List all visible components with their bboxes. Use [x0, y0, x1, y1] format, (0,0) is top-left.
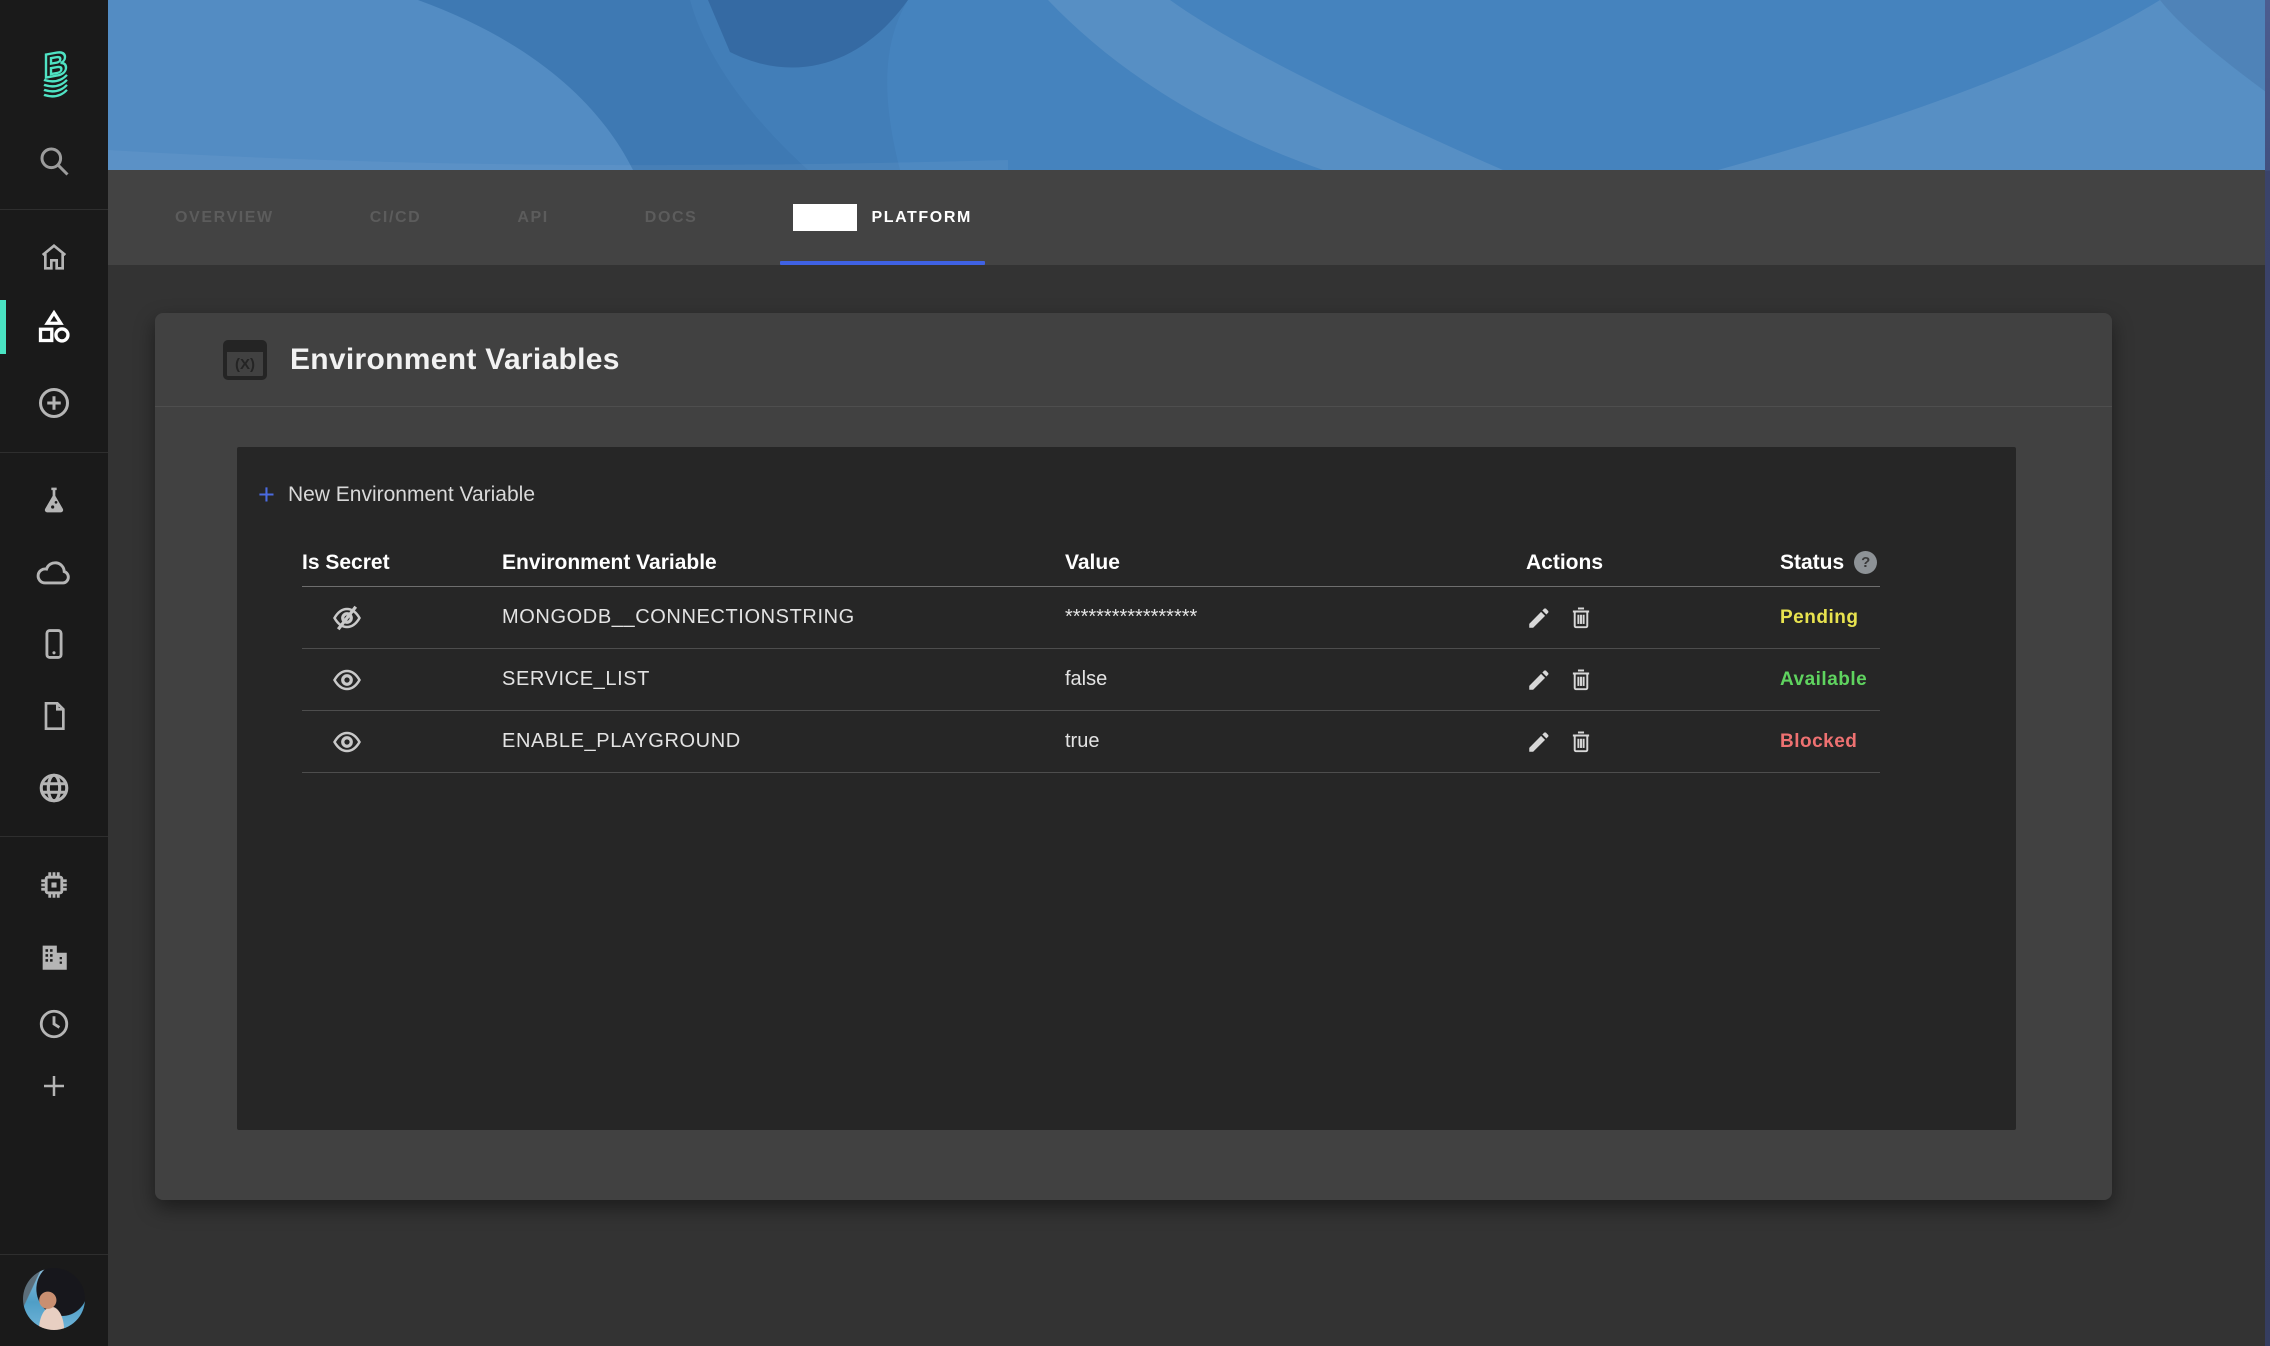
top-nav: OVERVIEW CI/CD API DOCS PLATFORM	[108, 170, 2270, 265]
status-badge: Available	[1780, 669, 1880, 691]
status-badge: Pending	[1780, 607, 1880, 629]
sidebar-divider	[0, 209, 108, 210]
variables-panel: + New Environment Variable Is Secret Env…	[237, 447, 2016, 1130]
column-header-is-secret: Is Secret	[302, 551, 502, 575]
is-secret-cell	[302, 727, 502, 757]
variables-window-icon: (X)	[222, 337, 268, 383]
plus-icon: +	[258, 484, 275, 506]
status-badge: Blocked	[1780, 731, 1880, 753]
sidebar-item-globe[interactable]	[0, 771, 108, 805]
sidebar-divider	[0, 1254, 108, 1255]
is-secret-cell	[302, 665, 502, 695]
redacted-logo-box	[793, 204, 857, 231]
sidebar-item-documents[interactable]	[0, 700, 108, 732]
env-name: SERVICE_LIST	[502, 668, 1065, 691]
actions-cell	[1526, 729, 1780, 755]
hero-banner	[108, 0, 2270, 170]
nav-tab[interactable]: PLATFORM	[793, 170, 972, 265]
column-header-value: Value	[1065, 551, 1526, 575]
eye-icon[interactable]	[332, 665, 362, 695]
edit-pencil-icon[interactable]	[1526, 605, 1552, 631]
page-title: Environment Variables	[290, 343, 620, 377]
environment-variables-table: Is Secret Environment Variable Value Act…	[302, 539, 1880, 773]
sidebar-divider	[0, 452, 108, 453]
table-body: MONGODB__CONNECTIONSTRING **************…	[302, 587, 1880, 773]
env-value: true	[1065, 730, 1526, 753]
table-row: MONGODB__CONNECTIONSTRING **************…	[302, 587, 1880, 649]
active-tab-underline	[780, 261, 985, 265]
table-row: ENABLE_PLAYGROUND true Blocked	[302, 711, 1880, 773]
search-icon[interactable]	[0, 143, 108, 179]
sidebar-item-add[interactable]	[0, 385, 108, 421]
sidebar-divider	[0, 836, 108, 837]
new-environment-variable-button[interactable]: + New Environment Variable	[258, 483, 535, 507]
sidebar-item-home[interactable]	[0, 241, 108, 273]
nav-tab[interactable]: API	[517, 170, 548, 265]
sidebar-item-plus[interactable]	[0, 1071, 108, 1101]
sidebar-item-compute[interactable]	[0, 868, 108, 902]
nav-tab-label: OVERVIEW	[175, 209, 274, 227]
edit-pencil-icon[interactable]	[1526, 729, 1552, 755]
nav-tab[interactable]: DOCS	[645, 170, 698, 265]
nav-tab-label: DOCS	[645, 209, 698, 227]
card-header: (X) Environment Variables	[155, 313, 2112, 407]
main-content: (X) Environment Variables + New Environm…	[108, 265, 2270, 1346]
status-header-label: Status	[1780, 551, 1844, 575]
nav-tab[interactable]: CI/CD	[370, 170, 422, 265]
nav-tab-label: API	[517, 209, 548, 227]
delete-trash-icon[interactable]	[1568, 605, 1594, 631]
edit-pencil-icon[interactable]	[1526, 667, 1552, 693]
actions-cell	[1526, 667, 1780, 693]
eye-icon[interactable]	[332, 727, 362, 757]
actions-cell	[1526, 605, 1780, 631]
table-header-row: Is Secret Environment Variable Value Act…	[302, 539, 1880, 587]
nav-tab-label: CI/CD	[370, 209, 422, 227]
env-name: ENABLE_PLAYGROUND	[502, 730, 1065, 753]
table-row: SERVICE_LIST false Available	[302, 649, 1880, 711]
env-name: MONGODB__CONNECTIONSTRING	[502, 606, 1065, 629]
column-header-variable: Environment Variable	[502, 551, 1065, 575]
sidebar-item-history[interactable]	[0, 1007, 108, 1041]
user-avatar[interactable]	[23, 1268, 85, 1330]
environment-variables-card: (X) Environment Variables + New Environm…	[155, 313, 2112, 1200]
banner-waves-art	[108, 0, 2270, 170]
env-value: *****************	[1065, 606, 1526, 629]
delete-trash-icon[interactable]	[1568, 667, 1594, 693]
nav-tab-label: PLATFORM	[871, 209, 972, 227]
new-variable-label: New Environment Variable	[288, 483, 535, 507]
app-logo[interactable]	[0, 47, 108, 99]
eye-off-icon[interactable]	[332, 603, 362, 633]
help-icon[interactable]: ?	[1854, 551, 1877, 574]
sidebar-item-mobile[interactable]	[0, 627, 108, 661]
nav-tabs: OVERVIEW CI/CD API DOCS PLATFORM	[175, 170, 972, 265]
sidebar-item-experiments[interactable]	[0, 485, 108, 517]
svg-text:(X): (X)	[235, 356, 255, 373]
env-value: false	[1065, 668, 1526, 691]
sidebar-item-shapes[interactable]	[0, 309, 108, 345]
sidebar-item-organization[interactable]	[0, 940, 108, 974]
sidebar	[0, 0, 108, 1346]
column-header-status: Status ?	[1780, 551, 1880, 575]
is-secret-cell	[302, 603, 502, 633]
column-header-actions: Actions	[1526, 551, 1780, 575]
sidebar-item-cloud[interactable]	[0, 557, 108, 587]
scrollbar[interactable]	[2265, 0, 2270, 1346]
nav-tab[interactable]: OVERVIEW	[175, 170, 274, 265]
delete-trash-icon[interactable]	[1568, 729, 1594, 755]
